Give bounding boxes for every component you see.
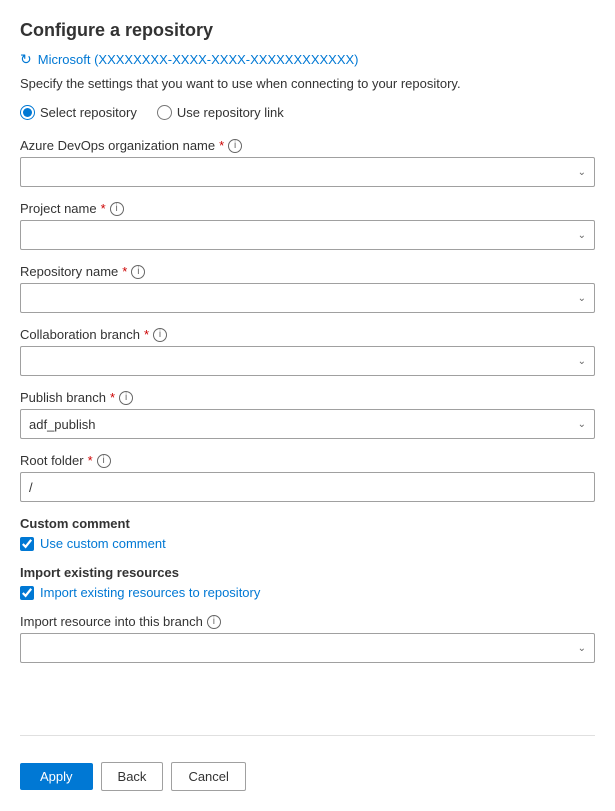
project-name-dropdown[interactable]: ⌄ (20, 220, 595, 250)
tenant-name: Microsoft (XXXXXXXX-XXXX-XXXX-XXXXXXXXXX… (38, 52, 359, 67)
use-repository-link-radio[interactable] (157, 105, 172, 120)
project-name-chevron-icon: ⌄ (578, 230, 586, 241)
project-name-label: Project name * i (20, 201, 595, 216)
description-text: Specify the settings that you want to us… (20, 76, 595, 91)
select-repository-label: Select repository (40, 105, 137, 120)
import-branch-chevron-icon: ⌄ (578, 643, 586, 654)
import-branch-info-icon[interactable]: i (207, 615, 221, 629)
use-repository-link-option[interactable]: Use repository link (157, 105, 284, 120)
import-branch-label: Import resource into this branch i (20, 614, 595, 629)
import-resources-option[interactable]: Import existing resources to repository (20, 585, 595, 600)
publish-branch-info-icon[interactable]: i (119, 391, 133, 405)
custom-comment-heading: Custom comment (20, 516, 595, 531)
back-button[interactable]: Back (101, 762, 164, 791)
repo-name-dropdown[interactable]: ⌄ (20, 283, 595, 313)
repo-name-group: Repository name * i ⌄ (20, 264, 595, 313)
collab-branch-label: Collaboration branch * i (20, 327, 595, 342)
publish-branch-dropdown[interactable]: adf_publish ⌄ (20, 409, 595, 439)
project-name-group: Project name * i ⌄ (20, 201, 595, 250)
org-name-dropdown[interactable]: ⌄ (20, 157, 595, 187)
root-folder-info-icon[interactable]: i (97, 454, 111, 468)
root-folder-group: Root folder * i (20, 453, 595, 502)
custom-comment-group: Custom comment Use custom comment (20, 516, 595, 551)
use-custom-comment-option[interactable]: Use custom comment (20, 536, 595, 551)
import-resources-heading: Import existing resources (20, 565, 595, 580)
import-branch-dropdown[interactable]: ⌄ (20, 633, 595, 663)
publish-branch-required: * (110, 390, 115, 405)
use-repository-link-label: Use repository link (177, 105, 284, 120)
repo-name-label: Repository name * i (20, 264, 595, 279)
org-name-group: Azure DevOps organization name * i ⌄ (20, 138, 595, 187)
publish-branch-chevron-icon: ⌄ (578, 419, 586, 430)
import-resources-label: Import existing resources to repository (40, 585, 260, 600)
collab-branch-info-icon[interactable]: i (153, 328, 167, 342)
repo-name-chevron-icon: ⌄ (578, 293, 586, 304)
import-resources-group: Import existing resources Import existin… (20, 565, 595, 600)
repo-name-required: * (122, 264, 127, 279)
import-resources-checkbox[interactable] (20, 586, 34, 600)
use-custom-comment-checkbox[interactable] (20, 537, 34, 551)
collab-branch-chevron-icon: ⌄ (578, 356, 586, 367)
root-folder-label: Root folder * i (20, 453, 595, 468)
cancel-button[interactable]: Cancel (171, 762, 245, 791)
collab-branch-required: * (144, 327, 149, 342)
publish-branch-group: Publish branch * i adf_publish ⌄ (20, 390, 595, 439)
footer: Apply Back Cancel (20, 752, 595, 791)
root-folder-input[interactable] (20, 472, 595, 502)
select-repository-option[interactable]: Select repository (20, 105, 137, 120)
refresh-icon: ↻ (20, 51, 32, 68)
footer-divider (20, 735, 595, 736)
root-folder-required: * (88, 453, 93, 468)
org-name-label: Azure DevOps organization name * i (20, 138, 595, 153)
project-name-required: * (101, 201, 106, 216)
select-repository-radio[interactable] (20, 105, 35, 120)
org-name-required: * (219, 138, 224, 153)
page-title: Configure a repository (20, 20, 595, 41)
org-name-chevron-icon: ⌄ (578, 167, 586, 178)
publish-branch-value: adf_publish (29, 417, 96, 432)
project-name-info-icon[interactable]: i (110, 202, 124, 216)
repo-name-info-icon[interactable]: i (131, 265, 145, 279)
use-custom-comment-label: Use custom comment (40, 536, 166, 551)
collab-branch-dropdown[interactable]: ⌄ (20, 346, 595, 376)
apply-button[interactable]: Apply (20, 763, 93, 790)
repository-type-radio-group: Select repository Use repository link (20, 105, 595, 120)
org-name-info-icon[interactable]: i (228, 139, 242, 153)
import-branch-group: Import resource into this branch i ⌄ (20, 614, 595, 663)
collab-branch-group: Collaboration branch * i ⌄ (20, 327, 595, 376)
publish-branch-label: Publish branch * i (20, 390, 595, 405)
